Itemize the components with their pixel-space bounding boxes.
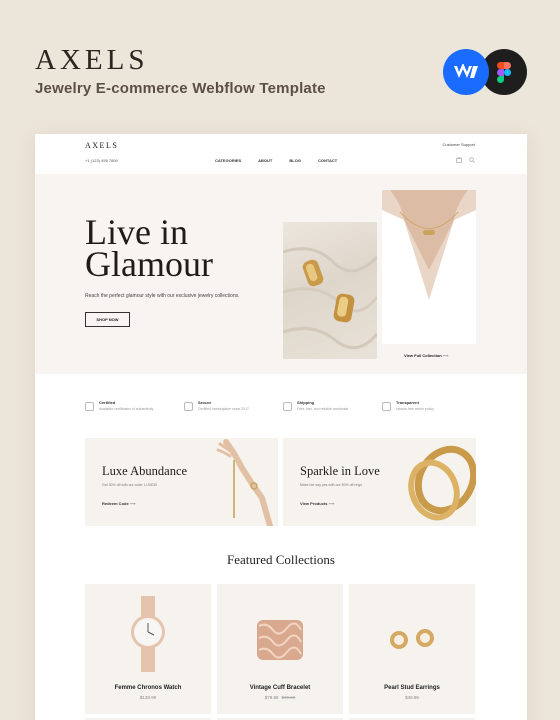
feature-transparent: Transparent Hassle-free return policy: [382, 400, 477, 411]
feature-certified: Certified Available certificates of authe…: [85, 400, 180, 411]
brand-logo: AXELS: [35, 44, 149, 76]
product-price: $49.99: [405, 695, 419, 700]
nav-about[interactable]: ABOUT: [258, 158, 272, 163]
nav-contact[interactable]: CONTACT: [318, 158, 337, 163]
return-icon: [382, 402, 391, 411]
product-name: Femme Chronos Watch: [114, 685, 182, 691]
hero-text: Reach the perfect glamour style with our…: [85, 293, 240, 299]
lock-icon: [184, 402, 193, 411]
features-row: Certified Available certificates of authe…: [85, 400, 477, 411]
view-collection-link[interactable]: View Full Collection ⟶: [404, 353, 449, 358]
redeem-code-link[interactable]: Redeem Code ⟶: [102, 501, 136, 506]
nav-icons: [456, 157, 475, 163]
promo-title: Luxe Abundance: [102, 464, 188, 478]
hand-with-chain-image: [216, 439, 273, 526]
page-subtitle: Jewelry E-commerce Webflow Template: [35, 80, 326, 97]
product-name: Pearl Stud Earrings: [384, 685, 440, 691]
promo-card-sparkle[interactable]: Sparkle in Love Make her say yes with ou…: [283, 438, 476, 526]
arrow-right-icon: ⟶: [328, 501, 335, 506]
promo-text: Make her say yes with our 50% off rings: [300, 483, 362, 487]
nav-categories[interactable]: CATEGORIES: [215, 158, 241, 163]
cart-icon[interactable]: [456, 157, 462, 163]
featured-collections-title: Featured Collections: [227, 552, 335, 567]
product-card-earrings[interactable]: Pearl Stud Earrings $49.99: [349, 584, 475, 714]
necklace-model-image: [382, 190, 476, 344]
search-icon[interactable]: [469, 157, 475, 163]
nav-blog[interactable]: BLOG: [289, 158, 301, 163]
certificate-icon: [85, 402, 94, 411]
main-nav: CATEGORIES ABOUT BLOG CONTACT: [215, 158, 337, 163]
feature-shipping: Shipping Free, fast, and reliable worldwi…: [283, 400, 378, 411]
arrow-right-icon: ⟶: [442, 353, 449, 358]
site-logo[interactable]: AXELS: [85, 141, 118, 150]
product-price: $139.99: [139, 695, 157, 700]
promo-text: Get 30% off with our code: LUXE30: [102, 483, 158, 487]
product-card-bracelet[interactable]: Vintage Cuff Bracelet $79.99 $99.99: [217, 584, 343, 714]
customer-support-link[interactable]: Customer Support: [443, 142, 475, 147]
phone-number: +1 (123) 456 7890: [85, 158, 118, 163]
bracelet-image: [257, 620, 303, 660]
feature-secure: Secure Certified marketplace since 2017: [184, 400, 279, 411]
promo-card-luxe[interactable]: Luxe Abundance Get 30% off with our code…: [85, 438, 278, 526]
pearl-earrings-image: [390, 629, 434, 649]
product-card-watch[interactable]: Femme Chronos Watch $139.99: [85, 584, 211, 714]
promo-title: Sparkle in Love: [300, 464, 380, 478]
gold-rings-image: [408, 445, 476, 521]
truck-icon: [283, 402, 292, 411]
view-products-link[interactable]: View Products ⟶: [300, 501, 334, 506]
arrow-right-icon: ⟶: [129, 501, 136, 506]
product-name: Vintage Cuff Bracelet: [249, 685, 311, 691]
webflow-icon: [443, 49, 489, 95]
shop-now-button[interactable]: SHOP NOW: [85, 312, 130, 327]
template-preview: AXELS Customer Support +1 (123) 456 7890…: [35, 134, 527, 720]
hero-section: Live in Glamour Reach the perfect glamou…: [35, 174, 527, 374]
watch-image: [131, 596, 165, 672]
earrings-image: [283, 222, 377, 359]
hero-title: Live in Glamour: [85, 212, 213, 284]
product-price: $79.99 $99.99: [264, 695, 296, 700]
